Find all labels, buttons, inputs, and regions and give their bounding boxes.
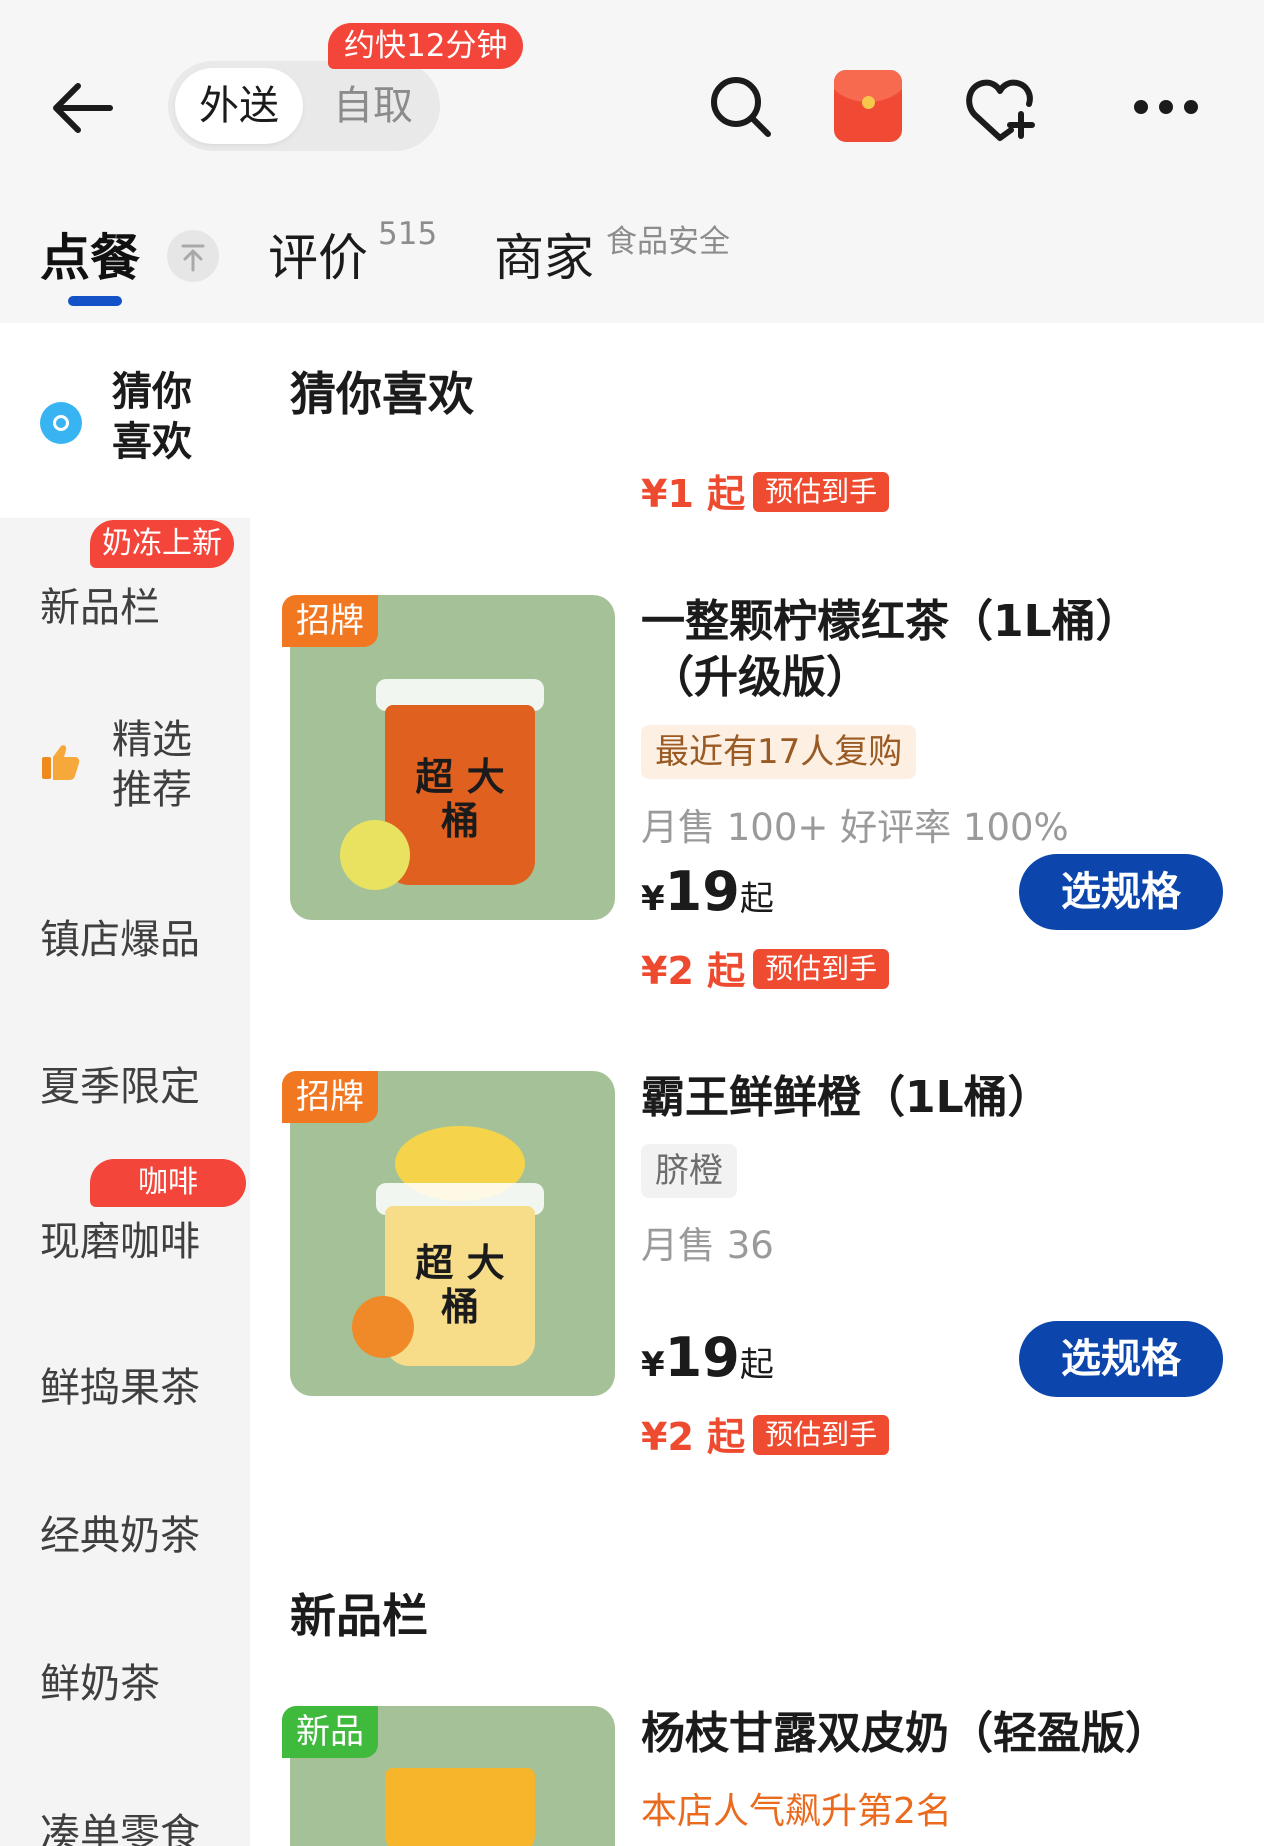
product-price: ¥19起 bbox=[641, 1326, 774, 1389]
tab-bar: 点餐 评价 515 商家 食品安全 bbox=[0, 200, 1264, 323]
estimated-price-amount: ¥2 起 bbox=[641, 1415, 746, 1459]
back-arrow-icon[interactable] bbox=[48, 78, 118, 138]
mode-pickup-option[interactable]: 自取 bbox=[313, 68, 433, 144]
tab-reviews[interactable]: 评价 bbox=[268, 218, 368, 290]
price-value: 19 bbox=[664, 860, 740, 923]
product-badge: 招牌 bbox=[282, 1071, 378, 1123]
select-spec-button[interactable]: 选规格 bbox=[1019, 854, 1223, 930]
sidebar-item-label: 凑单零食 bbox=[40, 1811, 200, 1846]
select-spec-button[interactable]: 选规格 bbox=[1019, 1321, 1223, 1397]
cup-graphic bbox=[385, 1768, 535, 1846]
lemon-graphic bbox=[340, 820, 410, 890]
product-name[interactable]: 霸王鲜鲜橙（1L桶） bbox=[641, 1070, 1052, 1126]
sales-info: 月售 36 bbox=[641, 1224, 774, 1267]
sidebar-item-label: 鲜奶茶 bbox=[40, 1661, 160, 1707]
product-name[interactable]: 杨枝甘露双皮奶（轻盈版） bbox=[641, 1706, 1169, 1762]
estimated-price-tag: 预估到手 bbox=[753, 472, 890, 512]
sidebar-item-featured[interactable]: 精选 推荐 bbox=[0, 705, 250, 825]
variant-chip: 脐橙 bbox=[641, 1144, 737, 1198]
price-value: 19 bbox=[664, 1326, 740, 1389]
cup-label: 超 大桶 bbox=[415, 755, 505, 843]
sidebar-item-coffee[interactable]: 咖啡 现磨咖啡 bbox=[0, 1159, 250, 1279]
product-name[interactable]: 一整颗柠檬红茶（1L桶） bbox=[641, 594, 1140, 650]
favorite-add-icon[interactable] bbox=[965, 72, 1035, 142]
product-name-suffix[interactable]: （升级版） bbox=[650, 650, 870, 706]
estimated-price-amount: ¥2 起 bbox=[641, 949, 746, 993]
sidebar-item-label: 现磨咖啡 bbox=[40, 1219, 200, 1265]
sidebar-item-label: 精选 推荐 bbox=[112, 717, 192, 813]
sidebar-badge: 奶冻上新 bbox=[90, 520, 234, 568]
product-badge: 招牌 bbox=[282, 595, 378, 647]
category-sidebar: 猜你 喜欢 奶冻上新 新品栏 精选 推荐 镇店爆品 夏季限定 咖啡 现磨咖啡 鲜… bbox=[0, 323, 250, 1846]
active-tab-indicator bbox=[68, 296, 122, 306]
product-badge: 新品 bbox=[282, 1706, 378, 1758]
sidebar-item-label: 鲜捣果茶 bbox=[40, 1365, 200, 1411]
orange-graphic bbox=[352, 1296, 414, 1358]
sidebar-badge: 咖啡 bbox=[90, 1159, 246, 1207]
section-title-guess: 猜你喜欢 bbox=[290, 367, 474, 421]
tab-merchant[interactable]: 商家 bbox=[494, 218, 594, 290]
cup-label: 超 大桶 bbox=[415, 1241, 505, 1329]
pickup-speed-badge: 约快12分钟 bbox=[328, 23, 524, 69]
sidebar-item-snacks[interactable]: 凑单零食 bbox=[0, 1801, 250, 1846]
red-packet-icon[interactable] bbox=[834, 70, 902, 142]
sales-info: 月售 100+ 好评率 100% bbox=[641, 806, 1069, 849]
popularity-rank: 本店人气飙升第2名 bbox=[641, 1791, 952, 1832]
delivery-mode-toggle[interactable]: 外送 自取 bbox=[168, 61, 440, 151]
tab-order[interactable]: 点餐 bbox=[40, 218, 140, 290]
mode-delivery-option[interactable]: 外送 bbox=[175, 68, 303, 144]
sidebar-item-label: 猜你 喜欢 bbox=[112, 369, 192, 465]
thumbs-up-icon bbox=[42, 745, 80, 780]
sidebar-item-summer[interactable]: 夏季限定 bbox=[0, 1054, 250, 1124]
sidebar-item-guess-you-like[interactable]: 猜你 喜欢 bbox=[0, 323, 250, 518]
sidebar-item-fresh-milk-tea[interactable]: 鲜奶茶 bbox=[0, 1651, 250, 1721]
sidebar-item-signature[interactable]: 镇店爆品 bbox=[0, 907, 250, 977]
product-price: ¥19起 bbox=[641, 860, 774, 923]
top-header: 外送 自取 约快12分钟 点餐 评价 515 商家 食品安全 bbox=[0, 0, 1264, 323]
estimated-price: ¥2 起预估到手 bbox=[641, 1406, 890, 1461]
reviews-count: 515 bbox=[378, 216, 438, 252]
estimated-price: ¥2 起预估到手 bbox=[641, 940, 890, 995]
sidebar-item-fruit-tea[interactable]: 鲜捣果茶 bbox=[0, 1355, 250, 1425]
sidebar-item-label: 镇店爆品 bbox=[40, 917, 200, 963]
estimated-price-amount: ¥1 起 bbox=[641, 472, 746, 516]
sidebar-item-label: 新品栏 bbox=[40, 585, 160, 631]
search-icon[interactable] bbox=[706, 72, 776, 142]
estimated-price: ¥1 起预估到手 bbox=[641, 463, 890, 518]
repurchase-chip: 最近有17人复购 bbox=[641, 725, 917, 779]
sidebar-item-classic-milk-tea[interactable]: 经典奶茶 bbox=[0, 1503, 250, 1573]
collapse-up-icon[interactable] bbox=[167, 230, 219, 282]
section-title-new: 新品栏 bbox=[290, 1589, 428, 1643]
estimated-price-tag: 预估到手 bbox=[753, 1415, 890, 1455]
sidebar-item-new[interactable]: 奶冻上新 新品栏 bbox=[0, 520, 250, 640]
sidebar-item-label: 夏季限定 bbox=[40, 1064, 200, 1110]
guess-icon bbox=[40, 402, 82, 444]
estimated-price-tag: 预估到手 bbox=[753, 949, 890, 989]
food-safety-note: 食品安全 bbox=[606, 224, 730, 260]
more-icon[interactable] bbox=[1130, 90, 1202, 126]
sidebar-item-label: 经典奶茶 bbox=[40, 1513, 200, 1559]
